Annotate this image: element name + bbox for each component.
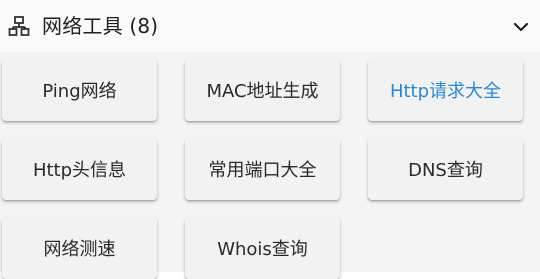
network-tools-panel: 网络工具 (8) Ping网络 MAC地址生成 Http请求大全 Http头信息 常用端… bbox=[0, 0, 540, 279]
tool-speed-test-button[interactable]: 网络测速 bbox=[2, 217, 157, 279]
chevron-down-icon[interactable] bbox=[511, 17, 531, 37]
tool-http-requests-button[interactable]: Http请求大全 bbox=[368, 59, 523, 121]
tool-whois-lookup-button[interactable]: Whois查询 bbox=[185, 217, 340, 279]
tool-ping-button[interactable]: Ping网络 bbox=[2, 59, 157, 121]
tool-mac-address-generator-button[interactable]: MAC地址生成 bbox=[185, 59, 340, 121]
section-header[interactable]: 网络工具 (8) bbox=[0, 0, 540, 52]
network-icon bbox=[8, 15, 30, 37]
tool-grid: Ping网络 MAC地址生成 Http请求大全 Http头信息 常用端口大全 DNS查询网… bbox=[2, 59, 526, 279]
tool-common-ports-button[interactable]: 常用端口大全 bbox=[185, 138, 340, 200]
tool-http-headers-button[interactable]: Http头信息 bbox=[2, 138, 157, 200]
tool-dns-lookup-button[interactable]: DNS查询 bbox=[368, 138, 523, 200]
section-title: 网络工具 (8) bbox=[42, 14, 159, 38]
